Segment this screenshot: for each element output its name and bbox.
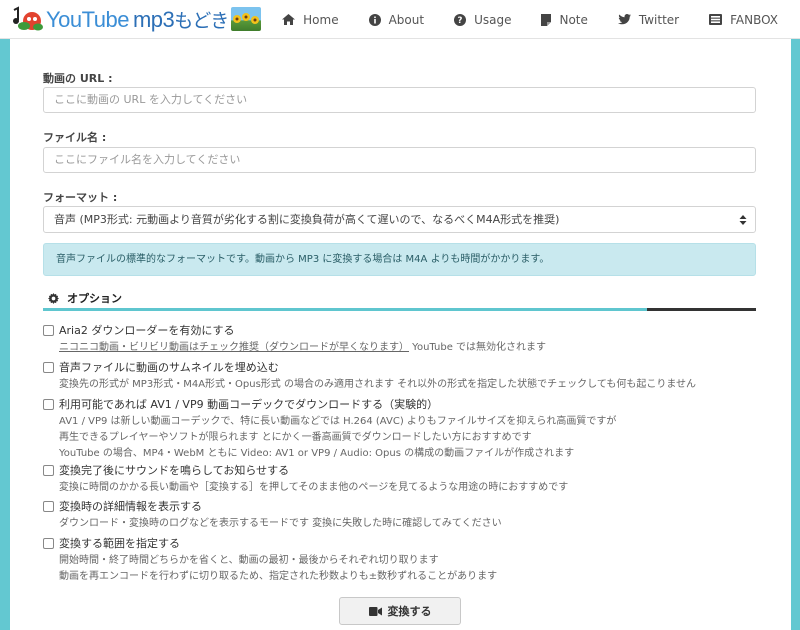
- note-mascot-icon: [8, 6, 44, 32]
- info-circle-icon: [368, 13, 381, 26]
- nav-note[interactable]: Note: [541, 12, 588, 27]
- option-av1-vp9-title[interactable]: 利用可能であれば AV1 / VP9 動画コーデックでダウンロードする（実験的）: [59, 396, 438, 412]
- format-info-alert: 音声ファイルの標準的なフォーマットです。動画から MP3 に変換する場合は M4…: [43, 243, 756, 276]
- nav-usage-label: Usage: [474, 12, 512, 27]
- option-aria2-desc-link: ニコニコ動画・ビリビリ動画はチェック推奨（ダウンロードが早くなります）: [59, 342, 409, 353]
- nav-home[interactable]: Home: [282, 12, 339, 27]
- brand-logo[interactable]: YouTube mp3 もどき: [8, 3, 261, 35]
- note-icon: [541, 13, 552, 26]
- option-sound-title[interactable]: 変換完了後にサウンドを鳴らしてお知らせする: [59, 462, 289, 478]
- option-sound-checkbox[interactable]: [43, 465, 54, 476]
- option-thumbnail-desc: 変換先の形式が MP3形式・M4A形式・Opus形式 の場合のみ適用されます そ…: [59, 379, 697, 390]
- option-av1-vp9-desc-3: YouTube の場合、MP4・WebM ともに Video: AV1 or V…: [59, 448, 575, 459]
- option-av1-vp9-checkbox[interactable]: [43, 399, 54, 410]
- format-label: フォーマット :: [43, 191, 118, 204]
- filename-label: ファイル名 :: [43, 131, 107, 144]
- option-range-desc-2: 動画を再エンコードを行わずに切り取るため、指定された秒数よりも±数秒ずれることが…: [59, 571, 498, 582]
- nav-about[interactable]: About: [368, 12, 425, 27]
- nav-fanbox[interactable]: FANBOX: [709, 13, 778, 27]
- nav-home-label: Home: [303, 12, 339, 27]
- url-placeholder: ここに動画の URL を入力してください: [54, 93, 248, 106]
- option-aria2-desc-text: YouTube では無効化されます: [409, 342, 547, 353]
- convert-button-label: 変換する: [387, 605, 432, 618]
- select-arrows-icon: [739, 215, 747, 225]
- option-thumbnail-title[interactable]: 音声ファイルに動画のサムネイルを埋め込む: [59, 359, 279, 375]
- svg-text:?: ?: [458, 16, 463, 26]
- url-label: 動画の URL :: [43, 72, 113, 85]
- brand-part-youtube: YouTube: [46, 6, 129, 32]
- option-verbose-checkbox[interactable]: [43, 501, 54, 512]
- options-title: オプション: [67, 292, 122, 305]
- question-circle-icon: ?: [454, 13, 467, 26]
- brand-name: YouTube mp3 もどき: [46, 6, 229, 33]
- convert-button[interactable]: 変換する: [339, 597, 461, 625]
- nav-usage[interactable]: ? Usage: [454, 13, 511, 27]
- option-av1-vp9-desc-2: 再生できるプレイヤーやソフトが限られます とにかく一番高画質でダウンロードしたい…: [59, 432, 532, 443]
- video-camera-icon: [368, 606, 382, 616]
- main-card: 動画の URL : ここに動画の URL を入力してください ファイル名 : こ…: [10, 39, 791, 630]
- home-icon: [282, 14, 296, 25]
- option-aria2-desc: ニコニコ動画・ビリビリ動画はチェック推奨（ダウンロードが早くなります） YouT…: [59, 338, 546, 353]
- option-range-title[interactable]: 変換する範囲を指定する: [59, 535, 180, 551]
- option-verbose-desc: ダウンロード・変換時のログなどを表示するモードです 変換に失敗した時に確認してみ…: [59, 518, 502, 529]
- option-aria2-checkbox[interactable]: [43, 325, 54, 336]
- options-header: オプション: [48, 290, 122, 306]
- navbar: YouTube mp3 もどき Home About ? Usage Note: [0, 0, 800, 39]
- twitter-icon: [617, 14, 631, 25]
- nav-about-label: About: [388, 12, 425, 27]
- format-select[interactable]: 音声 (MP3形式: 元動画より音質が劣化する割に変換負荷が高くて遅いので、なる…: [43, 206, 756, 233]
- nav-fanbox-label: FANBOX: [730, 12, 778, 27]
- url-input[interactable]: ここに動画の URL を入力してください: [43, 87, 756, 113]
- option-aria2-title[interactable]: Aria2 ダウンローダーを有効にする: [59, 322, 234, 338]
- option-av1-vp9-desc-1: AV1 / VP9 は新しい動画コーデックで、特に長い動画などでは H.264 …: [59, 416, 617, 427]
- fanbox-icon: [709, 14, 723, 25]
- gear-icon: [48, 292, 59, 304]
- nav-note-label: Note: [559, 12, 588, 27]
- option-verbose-title[interactable]: 変換時の詳細情報を表示する: [59, 498, 202, 514]
- filename-placeholder: ここにファイル名を入力してください: [54, 153, 241, 166]
- option-thumbnail-checkbox[interactable]: [43, 362, 54, 373]
- format-selected-value: 音声 (MP3形式: 元動画より音質が劣化する割に変換負荷が高くて遅いので、なる…: [54, 213, 560, 226]
- filename-input[interactable]: ここにファイル名を入力してください: [43, 147, 756, 173]
- option-range-checkbox[interactable]: [43, 538, 54, 549]
- option-sound-desc: 変換に時間のかかる長い動画や［変換する］を押してそのまま他のページを見てるような…: [59, 482, 569, 493]
- nav-twitter[interactable]: Twitter: [617, 12, 680, 27]
- nav-menu: Home About ? Usage Note Twitter FANBOX: [252, 0, 778, 39]
- brand-part-modoki: もどき: [174, 10, 229, 32]
- options-divider: [43, 308, 756, 311]
- nav-twitter-label: Twitter: [638, 12, 680, 27]
- brand-part-mp3: mp3: [132, 6, 175, 32]
- option-range-desc-1: 開始時間・終了時間どちらかを省くと、動画の最初・最後からそれぞれ切り取ります: [59, 555, 439, 566]
